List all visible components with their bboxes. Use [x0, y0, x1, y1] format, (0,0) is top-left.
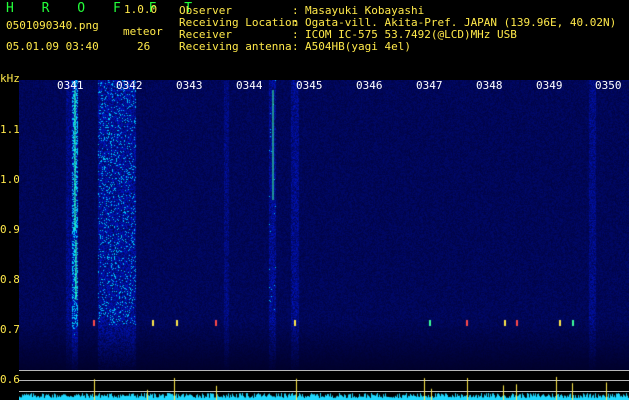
file-datetime: 05.01.09 03:40	[6, 40, 99, 53]
time-label-0350: 0350	[595, 79, 622, 92]
file-name: 0501090340.png	[6, 19, 99, 32]
time-label-0344: 0344	[236, 79, 263, 92]
app-title: H R O F F T	[6, 1, 203, 16]
info-receiver-sep: :	[292, 28, 299, 41]
spectrogram-waterfall	[19, 80, 629, 370]
y-tick-0-8: 0.8	[0, 273, 20, 286]
info-observer-value: Masayuki Kobayashi	[305, 4, 425, 17]
info-antenna-value: A504HB(yagi 4el)	[305, 40, 411, 53]
info-observer-sep: :	[292, 4, 299, 17]
time-label-0348: 0348	[476, 79, 503, 92]
info-location-sep: :	[292, 16, 299, 29]
info-location-value: Ogata-vill. Akita-Pref. JAPAN (139.96E, …	[305, 16, 617, 29]
info-observer-key: Observer	[179, 4, 232, 17]
meteor-count: 26	[137, 40, 151, 53]
info-receiver-key: Receiver	[179, 28, 232, 41]
time-label-0341: 0341	[57, 79, 84, 92]
y-tick-0-6: 0.6	[0, 373, 20, 386]
meteor-label: meteor	[123, 25, 163, 38]
y-tick-0-9: 0.9	[0, 223, 20, 236]
time-label-0342: 0342	[116, 79, 143, 92]
info-antenna-key: Receiving antenna	[179, 40, 292, 53]
time-label-0349: 0349	[536, 79, 563, 92]
time-label-0346: 0346	[356, 79, 383, 92]
time-label-0343: 0343	[176, 79, 203, 92]
info-location-key: Receiving Location	[179, 16, 299, 29]
time-label-0347: 0347	[416, 79, 443, 92]
app-version: 1.0.0	[124, 3, 158, 16]
y-tick-1-1: 1.1	[0, 123, 20, 136]
info-antenna-sep: :	[292, 40, 299, 53]
info-receiver-value: ICOM IC-575 53.7492(@LCD)MHz USB	[305, 28, 517, 41]
signal-level-trace	[19, 370, 629, 400]
time-label-0345: 0345	[296, 79, 323, 92]
y-tick-1-0: 1.0	[0, 173, 20, 186]
y-axis-unit: kHz	[0, 72, 20, 85]
y-tick-0-7: 0.7	[0, 323, 20, 336]
